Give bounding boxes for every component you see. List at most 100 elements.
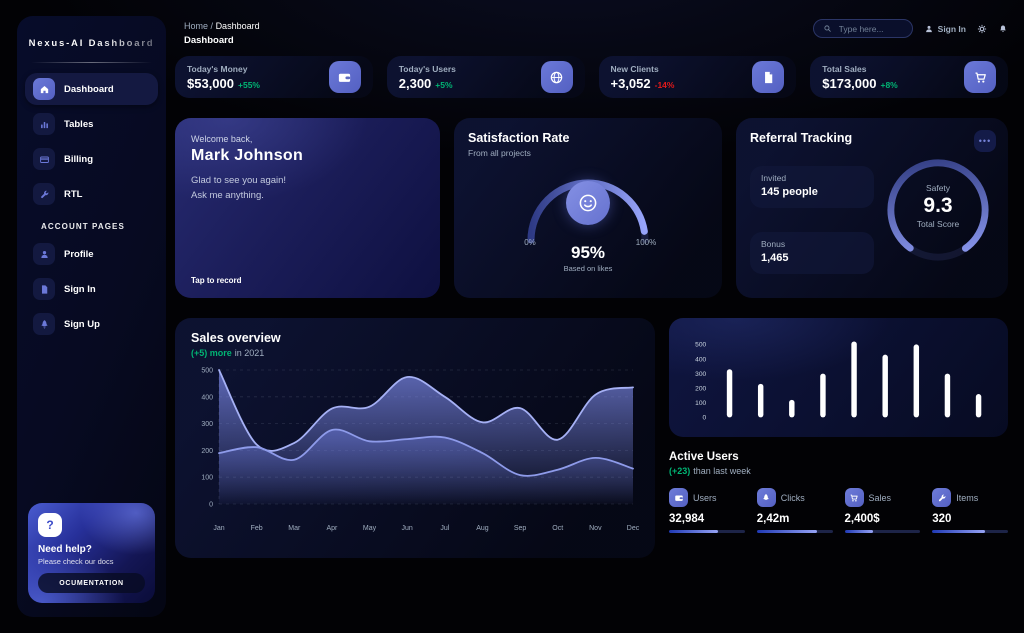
referral-title: Referral Tracking [750, 131, 852, 145]
svg-text:300: 300 [695, 371, 706, 378]
sidebar-item-label: Profile [64, 249, 94, 260]
svg-text:400: 400 [201, 394, 213, 401]
sales-overview-card: Sales overview (+5) morein 2021 0 100 200 3… [175, 318, 655, 558]
referral-score-block: Safety 9.3 Total Score [883, 183, 993, 229]
sidebar-item-tables[interactable]: Tables [25, 108, 158, 140]
progress-bar [757, 530, 833, 533]
svg-text:400: 400 [695, 356, 706, 363]
breadcrumb-root[interactable]: Home [184, 21, 208, 31]
topbar: Sign In [813, 19, 1008, 38]
svg-text:May: May [363, 525, 377, 532]
sidebar-item-sign-up[interactable]: Sign Up [25, 308, 158, 340]
credit-card-icon [33, 148, 55, 170]
search-input[interactable] [837, 23, 903, 35]
stat-label: New Clients [611, 64, 675, 74]
page-title: Dashboard [184, 35, 234, 46]
sales-subtitle: (+5) morein 2021 [191, 348, 639, 358]
users-stat: Users 32,984 [669, 488, 745, 533]
bonus-panel: Bonus 1,465 [750, 232, 874, 274]
stat-label: Users [693, 493, 717, 503]
ellipsis-icon[interactable]: ••• [974, 130, 996, 152]
score-bottom-label: Total Score [883, 219, 993, 229]
svg-text:100: 100 [201, 475, 213, 482]
sidebar-item-sign-in[interactable]: Sign In [25, 273, 158, 305]
sign-in-label: Sign In [938, 24, 966, 34]
smiley-icon [566, 181, 610, 225]
stat-label: Sales [869, 493, 892, 503]
stat-value: $53,000+55% [187, 76, 260, 91]
stat-card-todays-money: Today's Money $53,000+55% [175, 56, 373, 98]
score-value: 9.3 [883, 194, 993, 218]
search-box[interactable] [813, 19, 913, 38]
stat-label: Total Sales [822, 64, 897, 74]
svg-text:Nov: Nov [589, 525, 602, 532]
svg-text:0: 0 [209, 502, 213, 509]
stat-value: +3,052-14% [611, 76, 675, 91]
bell-icon[interactable] [998, 24, 1008, 34]
sign-in-control[interactable]: Sign In [924, 24, 966, 34]
sidebar-item-billing[interactable]: Billing [25, 143, 158, 175]
sales-title: Sales overview [191, 331, 639, 345]
stat-delta: +8% [880, 80, 897, 90]
svg-text:200: 200 [201, 448, 213, 455]
sidebar-item-rtl[interactable]: RTL [25, 178, 158, 210]
bonus-label: Bonus [761, 239, 863, 249]
svg-text:Mar: Mar [288, 525, 301, 532]
tap-to-record-button[interactable]: Tap to record [191, 276, 242, 285]
invited-label: Invited [761, 173, 863, 183]
stat-label: Items [956, 493, 978, 503]
cart-icon [845, 488, 864, 507]
stat-value: 2,300+5% [399, 76, 456, 91]
search-icon [823, 24, 832, 33]
person-icon [33, 243, 55, 265]
stat-card-todays-users: Today's Users 2,300+5% [387, 56, 585, 98]
sales-stat: Sales 2,400$ [845, 488, 921, 533]
stat-card-total-sales: Total Sales $173,000+8% [810, 56, 1008, 98]
gear-icon[interactable] [977, 24, 987, 34]
rocket-icon [757, 488, 776, 507]
stat-delta: +55% [238, 80, 260, 90]
breadcrumb-current: Dashboard [216, 21, 260, 31]
welcome-greeting: Welcome back, [191, 134, 424, 144]
satisfaction-card: Satisfaction Rate From all projects 0% 1… [454, 118, 722, 298]
document-icon [752, 61, 784, 93]
bonus-value: 1,465 [761, 252, 863, 264]
svg-text:500: 500 [695, 342, 706, 349]
sidebar-menu: Dashboard Tables Billing RTL ACCOU [17, 73, 166, 340]
welcome-name: Mark Johnson [191, 147, 424, 165]
svg-text:Oct: Oct [552, 525, 563, 532]
cart-icon [964, 61, 996, 93]
documentation-button[interactable]: OCUMENTATION [38, 573, 145, 593]
progress-bar [845, 530, 921, 533]
svg-text:Apr: Apr [326, 525, 338, 532]
bottom-row: Sales overview (+5) morein 2021 0 100 200 3… [175, 318, 1008, 548]
svg-text:500: 500 [201, 368, 213, 375]
satisfaction-caption: Based on likes [454, 264, 722, 273]
svg-text:Jul: Jul [440, 525, 449, 532]
svg-text:100: 100 [695, 400, 706, 407]
svg-text:300: 300 [201, 421, 213, 428]
activity-bar-chart-card: 0100200300400500 [669, 318, 1008, 437]
breadcrumb: Home / Dashboard [184, 21, 260, 31]
stat-delta: +5% [435, 80, 452, 90]
dashboard-page: Nexus-AI Dashboard Dashboard Tables Bill… [0, 0, 1024, 633]
wrench-icon [33, 183, 55, 205]
active-users-subtitle: (+23)than last week [669, 466, 1008, 476]
help-title: Need help? [38, 544, 145, 555]
sidebar: Nexus-AI Dashboard Dashboard Tables Bill… [17, 16, 166, 617]
progress-bar [669, 530, 745, 533]
sidebar-item-profile[interactable]: Profile [25, 238, 158, 270]
stat-value: 32,984 [669, 513, 745, 525]
svg-text:Aug: Aug [476, 525, 489, 532]
svg-text:0: 0 [703, 415, 707, 422]
svg-text:Feb: Feb [251, 525, 263, 532]
active-users-title: Active Users [669, 451, 1008, 463]
clicks-stat: Clicks 2,42m [757, 488, 833, 533]
satisfaction-value: 95% [454, 243, 722, 263]
stat-value: 320 [932, 513, 1008, 525]
rocket-icon [33, 313, 55, 335]
stat-value: 2,400$ [845, 513, 921, 525]
referral-card: Referral Tracking ••• Invited 145 people… [736, 118, 1008, 298]
sidebar-item-dashboard[interactable]: Dashboard [25, 73, 158, 105]
stat-label: Clicks [781, 493, 805, 503]
